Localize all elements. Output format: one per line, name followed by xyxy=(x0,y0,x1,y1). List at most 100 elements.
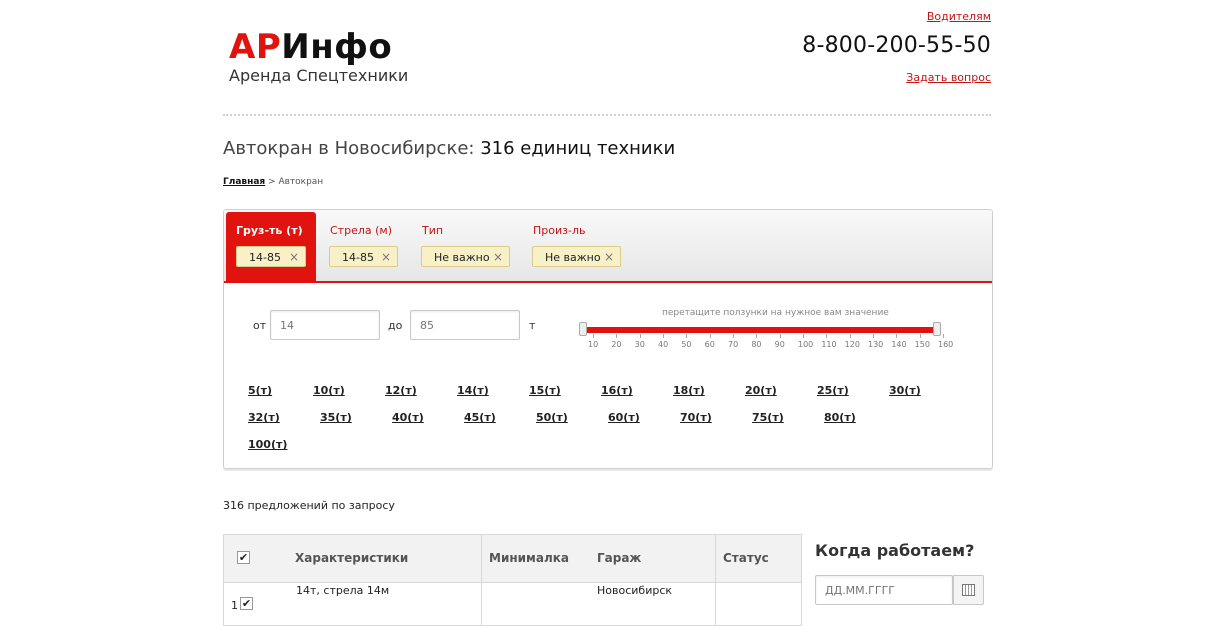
slider-handle-min[interactable] xyxy=(579,322,587,336)
select-all-checkbox[interactable]: ✔ xyxy=(237,551,250,564)
slider-tick-mark xyxy=(709,334,711,338)
range-from-label: от xyxy=(253,319,267,332)
remove-icon[interactable]: × xyxy=(604,247,614,268)
capacity-preset-link[interactable]: 32(т) xyxy=(248,411,280,424)
column-header-status[interactable]: Статус xyxy=(723,551,769,565)
filter-tab-capacity[interactable]: Груз-ть (т) 14-85 × xyxy=(226,212,316,281)
breadcrumb-home-link[interactable]: Главная xyxy=(223,177,265,187)
breadcrumb: Главная > Автокран xyxy=(223,177,323,187)
capacity-preset-link[interactable]: 16(т) xyxy=(601,384,633,397)
capacity-preset-link[interactable]: 40(т) xyxy=(392,411,424,424)
slider-tick-mark xyxy=(779,334,781,338)
logo-info: Инфо xyxy=(281,27,393,67)
slider-track[interactable] xyxy=(586,327,940,333)
slider-tick-label: 50 xyxy=(681,340,692,349)
capacity-preset-link[interactable]: 14(т) xyxy=(457,384,489,397)
capacity-preset-link[interactable]: 80(т) xyxy=(824,411,856,424)
ask-question-link[interactable]: Задать вопрос xyxy=(906,71,991,84)
range-to-input[interactable] xyxy=(410,310,520,340)
remove-icon[interactable]: × xyxy=(381,247,391,268)
slider-tick-label: 100 xyxy=(798,340,814,349)
column-divider xyxy=(481,535,482,625)
column-divider xyxy=(715,535,716,625)
capacity-preset-link[interactable]: 30(т) xyxy=(889,384,921,397)
filter-tabs: Груз-ть (т) 14-85 × Стрела (м) 14-85 × Т… xyxy=(224,210,992,283)
page-title-count: 316 единиц техники xyxy=(480,138,676,159)
filter-chip-boom[interactable]: 14-85 × xyxy=(329,246,398,267)
slider-tick-mark xyxy=(919,334,921,338)
slider-tick-mark xyxy=(616,334,618,338)
slider-tick-mark xyxy=(943,334,944,338)
page-title: Автокран в Новосибирске: 316 единиц техн… xyxy=(223,138,675,159)
slider-tick-label: 130 xyxy=(868,340,884,349)
row-index: 1 xyxy=(231,599,238,612)
filter-tab-manufacturer[interactable]: Произ-ль Не важно × xyxy=(523,212,627,281)
slider-tick-label: 110 xyxy=(821,340,837,349)
filter-chip-type[interactable]: Не важно × xyxy=(421,246,510,267)
slider-tick-mark xyxy=(663,334,664,338)
capacity-preset-link[interactable]: 75(т) xyxy=(752,411,784,424)
capacity-preset-link[interactable]: 10(т) xyxy=(313,384,345,397)
slider-tick-mark xyxy=(896,334,898,338)
filter-chip-manufacturer[interactable]: Не важно × xyxy=(532,246,621,267)
capacity-preset-link[interactable]: 25(т) xyxy=(817,384,849,397)
filter-tab-boom[interactable]: Стрела (м) 14-85 × xyxy=(320,212,410,281)
slider-tick-label: 90 xyxy=(774,340,785,349)
results-count: 316 предложений по запросу xyxy=(223,499,395,512)
row-garage: Новосибирск xyxy=(597,584,673,597)
drivers-link[interactable]: Водителям xyxy=(927,10,991,23)
column-header-specs[interactable]: Характеристики xyxy=(295,551,408,565)
remove-icon[interactable]: × xyxy=(493,247,503,268)
header-divider xyxy=(223,114,991,116)
capacity-preset-link[interactable]: 70(т) xyxy=(680,411,712,424)
calendar-button[interactable] xyxy=(953,575,984,605)
capacity-preset-link[interactable]: 15(т) xyxy=(529,384,561,397)
breadcrumb-separator: > xyxy=(265,177,279,187)
slider-tick-mark xyxy=(593,334,594,338)
capacity-preset-link[interactable]: 35(т) xyxy=(320,411,352,424)
capacity-preset-link[interactable]: 45(т) xyxy=(464,411,496,424)
site-logo[interactable]: АРИнфо xyxy=(229,28,392,66)
slider-tick-label: 60 xyxy=(704,340,715,349)
column-header-min[interactable]: Минималка xyxy=(489,551,569,565)
logo-subtitle: Аренда Спецтехники xyxy=(229,66,409,85)
row-checkbox[interactable]: ✔ xyxy=(240,597,253,610)
capacity-preset-link[interactable]: 5(т) xyxy=(248,384,272,397)
filter-chip-value: 14-85 xyxy=(342,251,374,264)
capacity-preset-link[interactable]: 18(т) xyxy=(673,384,705,397)
filter-tab-type[interactable]: Тип Не важно × xyxy=(412,212,516,281)
slider-tick-label: 160 xyxy=(938,340,954,349)
range-unit-label: т xyxy=(529,319,536,332)
filter-chip-capacity[interactable]: 14-85 × xyxy=(236,246,306,267)
range-from-input[interactable] xyxy=(270,310,380,340)
remove-icon[interactable]: × xyxy=(289,247,299,268)
slider-hint: перетащите ползунки на нужное вам значен… xyxy=(662,308,889,318)
page-title-category: Автокран в Новосибирске: xyxy=(223,138,475,159)
slider-tick-label: 40 xyxy=(658,340,669,349)
slider-tick-label: 70 xyxy=(728,340,739,349)
slider-tick-mark xyxy=(756,334,758,338)
slider-tick-label: 120 xyxy=(844,340,860,349)
slider-tick-label: 150 xyxy=(914,340,930,349)
filter-chip-value: Не важно xyxy=(545,251,601,264)
filter-chip-value: 14-85 xyxy=(249,251,281,264)
slider-tick-mark xyxy=(826,334,828,338)
breadcrumb-current: Автокран xyxy=(278,177,324,187)
date-input[interactable] xyxy=(815,575,953,605)
filter-tab-label: Груз-ть (т) xyxy=(236,224,303,237)
results-table: ✔ Характеристики Минималка Гараж Статус … xyxy=(223,534,802,626)
slider-handle-max[interactable] xyxy=(933,322,941,336)
column-header-garage[interactable]: Гараж xyxy=(597,551,641,565)
capacity-preset-link[interactable]: 20(т) xyxy=(745,384,777,397)
capacity-preset-link[interactable]: 60(т) xyxy=(608,411,640,424)
capacity-preset-link[interactable]: 12(т) xyxy=(385,384,417,397)
capacity-preset-link[interactable]: 100(т) xyxy=(248,438,287,451)
phone-number: 8-800-200-55-50 xyxy=(802,33,991,58)
row-specs: 14т, стрела 14м xyxy=(296,584,390,597)
slider-tick-mark xyxy=(803,334,804,338)
schedule-title: Когда работаем? xyxy=(815,541,975,560)
capacity-preset-link[interactable]: 50(т) xyxy=(536,411,568,424)
filter-tab-label: Стрела (м) xyxy=(330,224,392,237)
slider-tick-label: 140 xyxy=(891,340,907,349)
range-to-label: до xyxy=(388,319,403,332)
